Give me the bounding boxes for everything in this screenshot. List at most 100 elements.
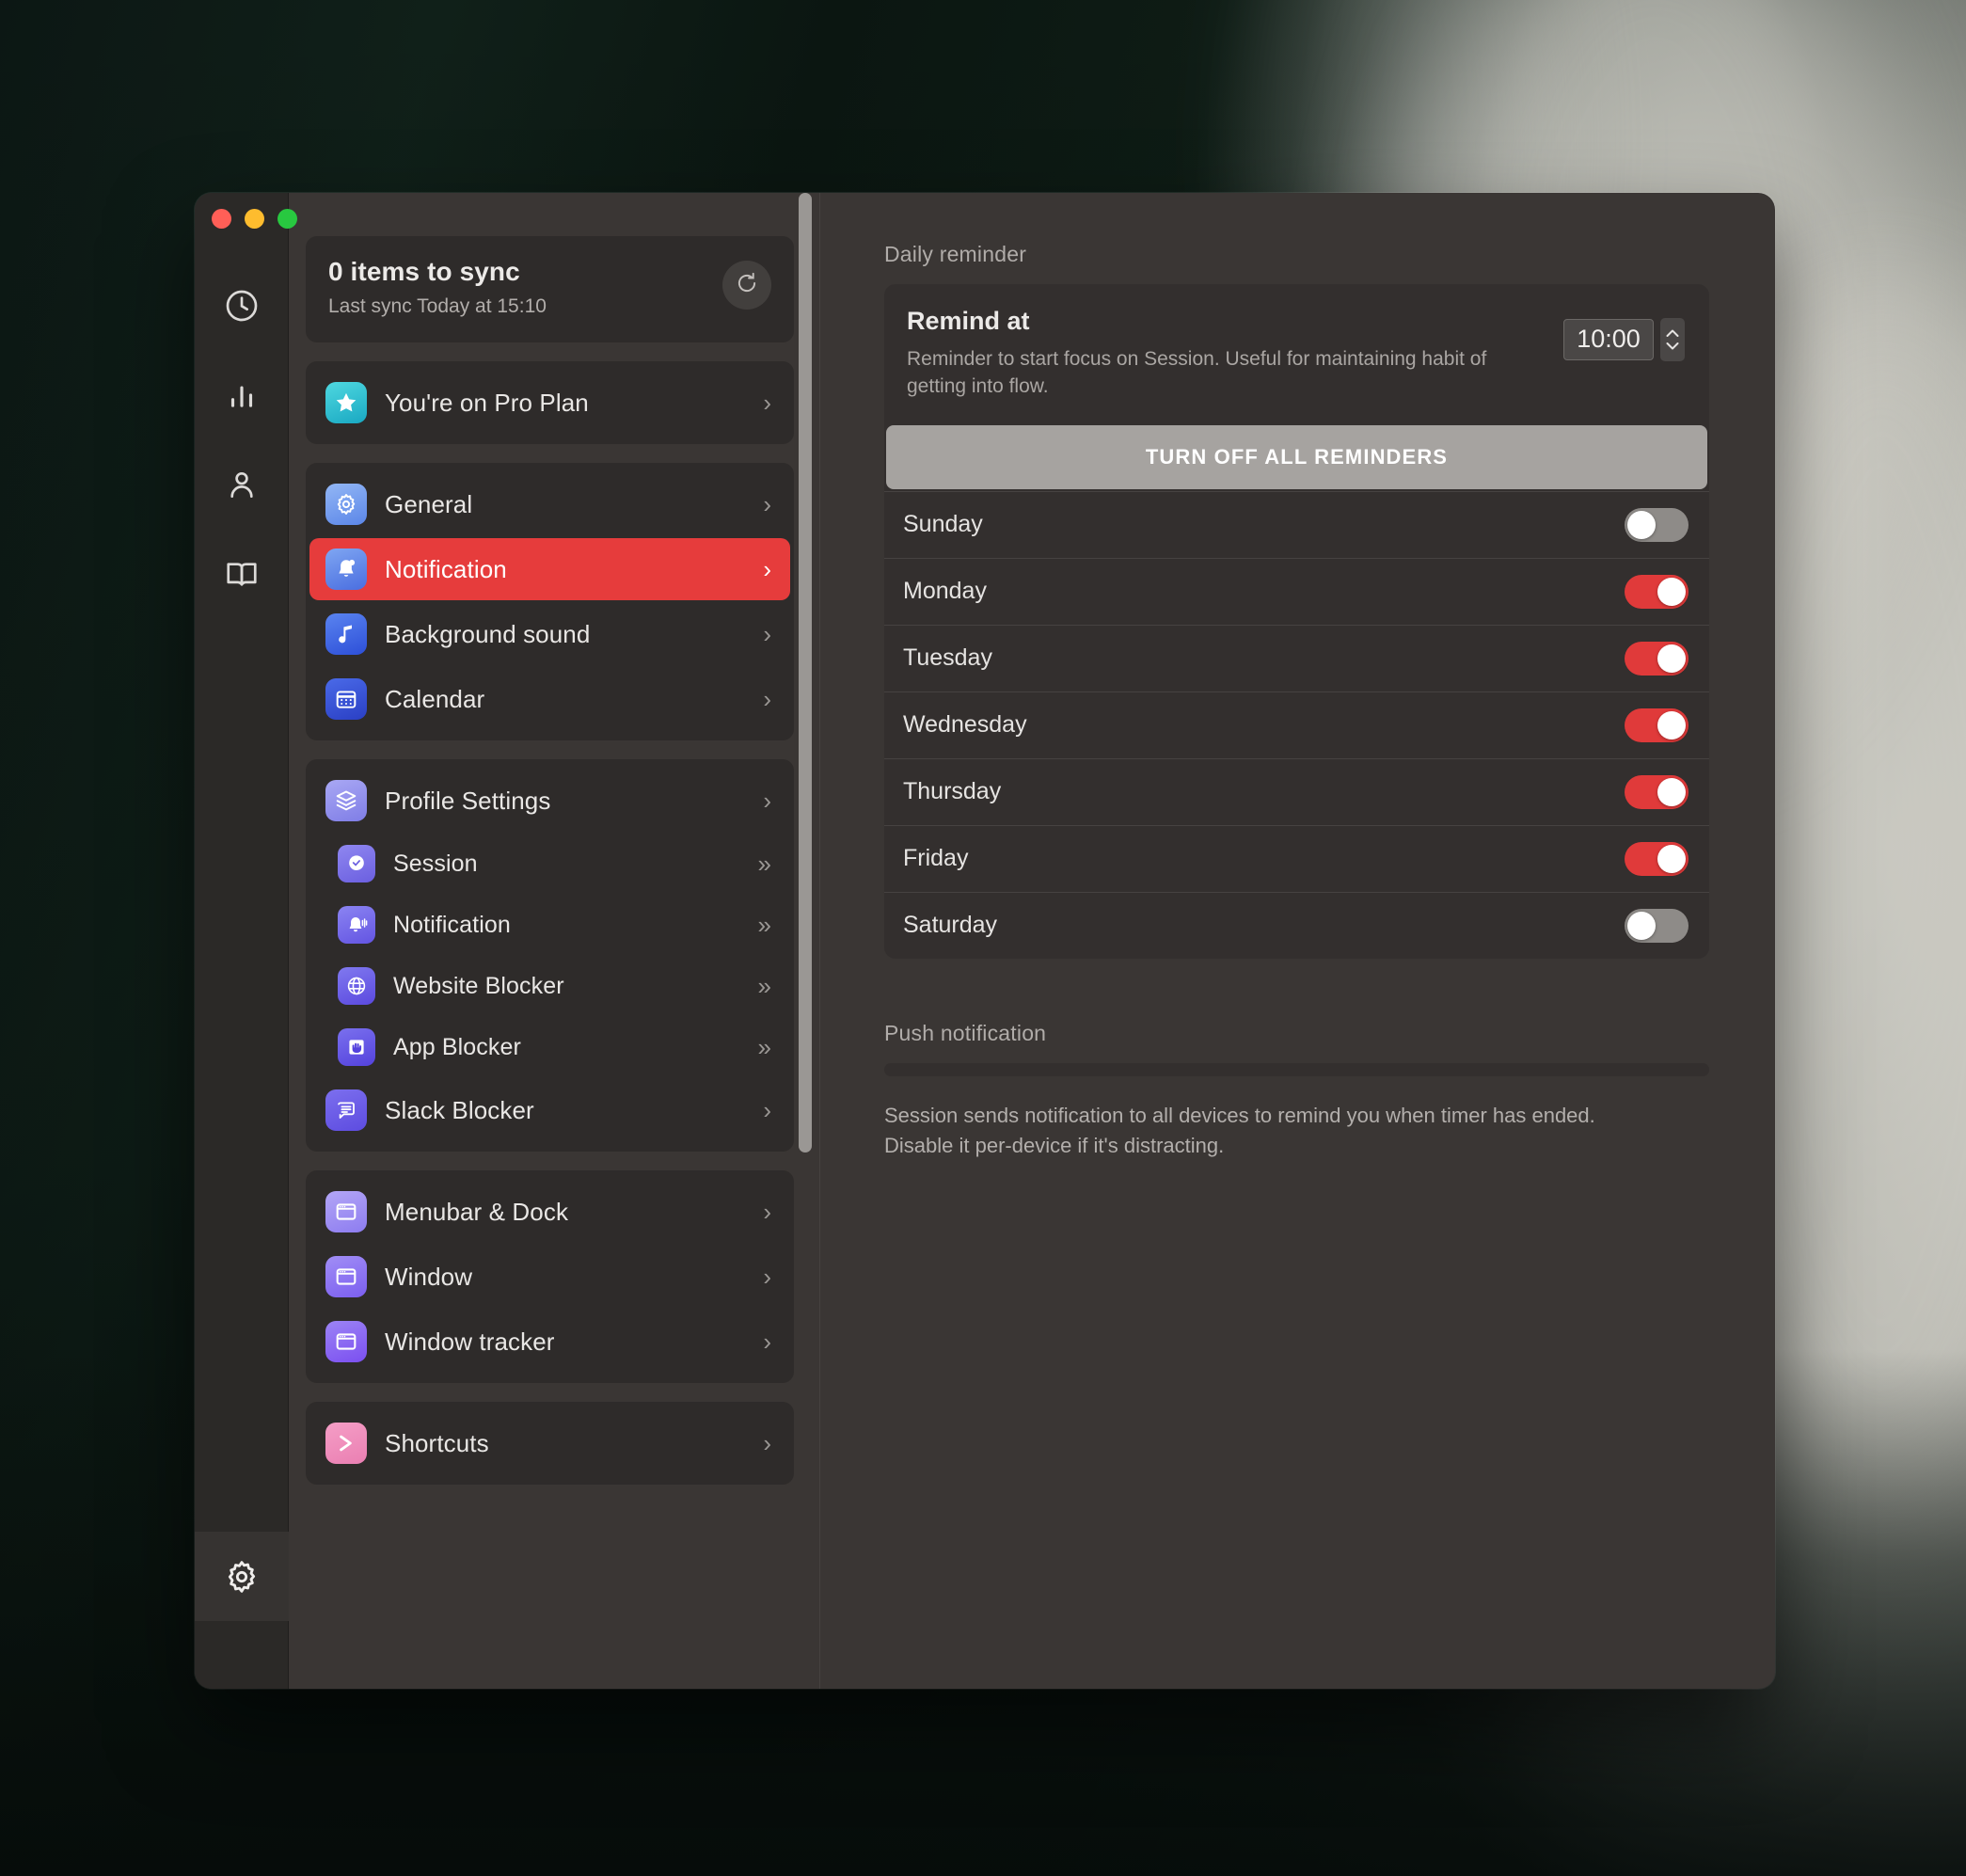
sidebar-item-label: Notification: [385, 554, 507, 583]
column-divider: [819, 193, 820, 1689]
day-toggle-sunday[interactable]: [1625, 507, 1689, 542]
day-toggle-tuesday[interactable]: [1625, 641, 1689, 676]
rail-bottom-group: [195, 1532, 289, 1621]
sidebar-item-website-blocker[interactable]: Website Blocker »: [309, 957, 790, 1015]
day-row-wednesday: Wednesday: [884, 691, 1709, 758]
zoom-button[interactable]: [277, 209, 297, 229]
minimize-button[interactable]: [245, 209, 264, 229]
day-toggle-thursday[interactable]: [1625, 774, 1689, 809]
settings-group: Shortcuts ›: [306, 1402, 794, 1485]
sidebar-item-menubar-dock[interactable]: Menubar & Dock ›: [309, 1181, 790, 1243]
sidebar-item-general[interactable]: General ›: [309, 473, 790, 535]
chevron-right-icon: ›: [763, 620, 771, 648]
day-label: Friday: [903, 845, 969, 872]
sidebar-item-calendar[interactable]: Calendar ›: [309, 668, 790, 730]
clock-icon: [223, 287, 261, 325]
window-icon: [325, 1256, 367, 1297]
rail-item-profile[interactable]: [195, 439, 289, 529]
sidebar-item-window-tracker[interactable]: Window tracker ›: [309, 1311, 790, 1373]
daily-reminder-heading: Daily reminder: [884, 242, 1027, 266]
gear-icon: [325, 484, 367, 525]
sidebar-item-profile-settings[interactable]: Profile Settings ›: [309, 770, 790, 832]
sidebar-item-session[interactable]: Session »: [309, 835, 790, 893]
window-icon: [325, 1321, 367, 1362]
sidebar-item-shortcuts[interactable]: Shortcuts ›: [309, 1412, 790, 1474]
sidebar-item-label: Window: [385, 1262, 473, 1291]
day-label: Thursday: [903, 778, 1002, 805]
day-toggle-monday[interactable]: [1625, 574, 1689, 609]
chevron-right-icon: ›: [763, 389, 771, 417]
sidebar-item-background-sound[interactable]: Background sound ›: [309, 603, 790, 665]
book-icon: [224, 556, 260, 592]
stepper-arrows-icon[interactable]: [1660, 318, 1685, 361]
rail-item-stats[interactable]: [195, 350, 289, 439]
sidebar-item-label: Shortcuts: [385, 1428, 489, 1457]
settings-scrollbar[interactable]: [799, 193, 812, 1153]
sync-text-group: 0 items to sync Last sync Today at 15:10: [328, 257, 722, 318]
notification-detail-pane: Daily reminder Remind at Reminder to sta…: [820, 193, 1775, 1689]
chevron-right-icon: ›: [763, 1198, 771, 1226]
day-toggle-wednesday[interactable]: [1625, 707, 1689, 742]
sidebar-item-label: Slack Blocker: [385, 1095, 534, 1124]
sidebar-item-app-blocker[interactable]: App Blocker »: [309, 1018, 790, 1076]
sidebar-item-label: General: [385, 489, 473, 518]
sidebar-item-label: Notification: [393, 911, 511, 938]
day-row-tuesday: Tuesday: [884, 624, 1709, 692]
sidebar-item-label: Menubar & Dock: [385, 1197, 569, 1226]
session-clock-icon: [338, 845, 375, 882]
sync-status-card: 0 items to sync Last sync Today at 15:10: [306, 236, 794, 342]
sidebar-item-you-re-on-pro-plan[interactable]: You're on Pro Plan ›: [309, 372, 790, 434]
sidebar-item-notification[interactable]: Notification »: [309, 896, 790, 954]
turn-off-all-reminders-button[interactable]: TURN OFF ALL REMINDERS: [886, 424, 1707, 489]
bar-chart-icon: [224, 377, 260, 413]
toggle-knob: [1627, 510, 1656, 539]
toggle-knob: [1657, 644, 1686, 673]
day-label: Sunday: [903, 511, 983, 538]
chevron-right-icon: ›: [763, 1328, 771, 1356]
remind-at-row: Remind at Reminder to start focus on Ses…: [884, 284, 1709, 425]
settings-list-column: 0 items to sync Last sync Today at 15:10…: [289, 193, 820, 1689]
push-notification-heading: Push notification: [884, 1020, 1047, 1045]
close-button[interactable]: [212, 209, 231, 229]
day-row-saturday: Saturday: [884, 891, 1709, 959]
bell-icon: [325, 548, 367, 590]
sync-refresh-button[interactable]: [722, 261, 771, 310]
chevron-right-icon: ›: [763, 555, 771, 583]
sidebar-item-label: Website Blocker: [393, 972, 564, 999]
toggle-knob: [1627, 911, 1656, 940]
push-notification-section: Push notification Session sends notifica…: [884, 1021, 1709, 1161]
settings-group: Menubar & Dock › Window › Window tracker ›: [306, 1170, 794, 1383]
remind-time-input[interactable]: 10:00: [1563, 319, 1654, 360]
layers-icon: [325, 780, 367, 821]
day-toggle-friday[interactable]: [1625, 841, 1689, 876]
double-chevron-right-icon: »: [757, 972, 771, 1000]
day-row-friday: Friday: [884, 824, 1709, 892]
double-chevron-right-icon: »: [757, 850, 771, 878]
star-icon: [325, 382, 367, 423]
day-row-sunday: Sunday: [884, 490, 1709, 558]
day-row-thursday: Thursday: [884, 757, 1709, 825]
toggle-knob: [1657, 577, 1686, 606]
day-toggle-list: Sunday Monday Tuesday Wednesday Thursday Frid…: [884, 490, 1709, 959]
music-note-icon: [325, 613, 367, 655]
double-chevron-right-icon: »: [757, 1033, 771, 1061]
day-label: Monday: [903, 578, 987, 605]
sidebar-item-label: You're on Pro Plan: [385, 388, 589, 417]
sidebar-item-slack-blocker[interactable]: Slack Blocker ›: [309, 1079, 790, 1141]
day-row-monday: Monday: [884, 557, 1709, 625]
sync-subtitle: Last sync Today at 15:10: [328, 295, 547, 317]
rail-item-timer[interactable]: [195, 261, 289, 350]
sidebar-item-label: Background sound: [385, 619, 591, 648]
sidebar-item-label: Profile Settings: [385, 786, 551, 815]
chevron-right-icon: ›: [763, 1429, 771, 1457]
day-toggle-saturday[interactable]: [1625, 908, 1689, 943]
rail-item-settings[interactable]: [195, 1532, 289, 1621]
day-label: Wednesday: [903, 711, 1027, 739]
remind-time-stepper[interactable]: 10:00: [1563, 318, 1685, 361]
settings-groups: You're on Pro Plan › General › Notification ›…: [306, 361, 794, 1485]
rail-item-journal[interactable]: [195, 529, 289, 618]
sidebar-item-window[interactable]: Window ›: [309, 1246, 790, 1308]
globe-icon: [338, 967, 375, 1005]
push-notification-bar: [884, 1062, 1709, 1076]
sidebar-item-notification[interactable]: Notification ›: [309, 538, 790, 600]
